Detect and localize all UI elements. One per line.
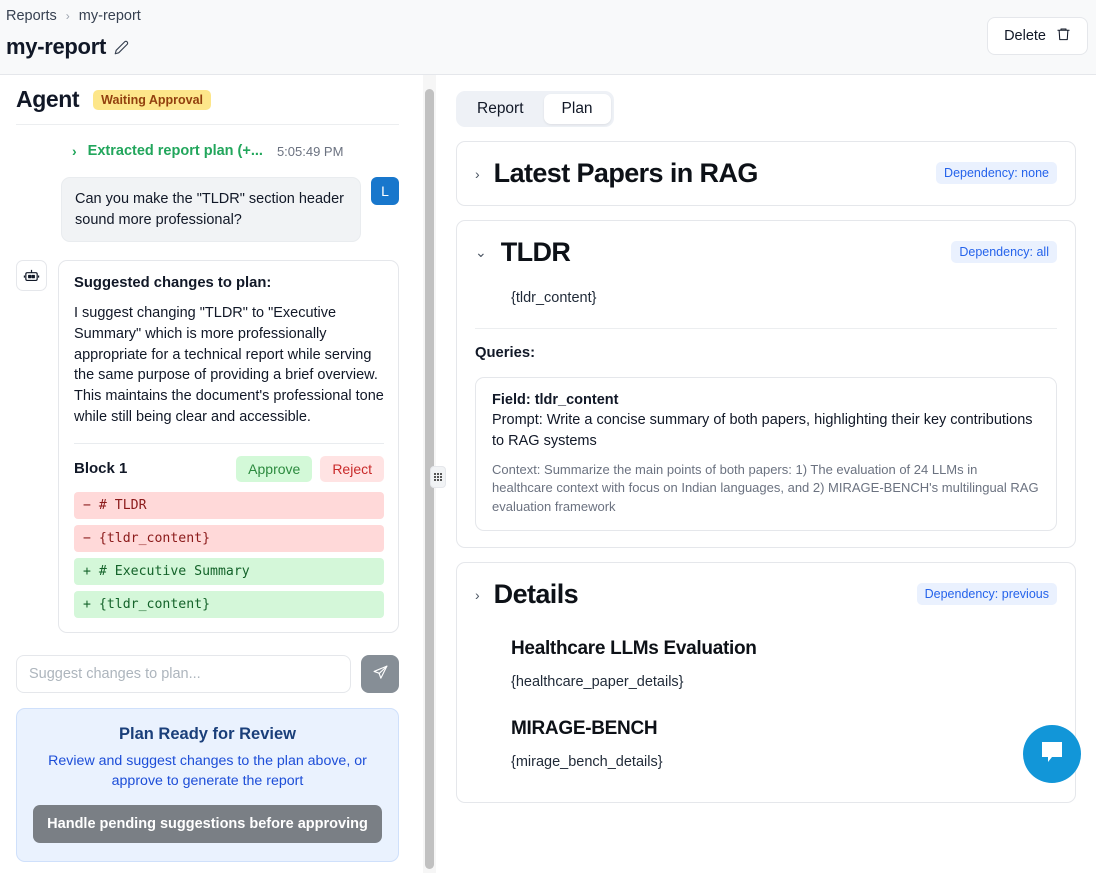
plan-section-tldr: ⌄ TLDR Dependency: all {tldr_content} Qu…	[456, 220, 1076, 549]
detail-value: {healthcare_paper_details}	[511, 674, 684, 691]
queries-label: Queries:	[475, 345, 536, 361]
send-button[interactable]	[361, 654, 399, 693]
diff-line-added: + {tldr_content}	[74, 590, 384, 618]
extracted-plan-timestamp: 5:05:49 PM	[276, 143, 344, 159]
tab-report[interactable]: Report	[459, 94, 542, 124]
section-title: Latest Papers in RAG	[493, 158, 759, 188]
suggestion-card: Suggested changes to plan: I suggest cha…	[58, 260, 399, 633]
suggest-changes-input[interactable]	[16, 654, 351, 693]
breadcrumb-current: my-report	[78, 8, 141, 24]
query-box: Field: tldr_content Prompt: Write a conc…	[475, 377, 1057, 532]
dependency-badge: Dependency: all	[951, 241, 1057, 263]
approval-subtitle: Review and suggest changes to the plan a…	[48, 752, 367, 789]
chat-bubble-icon	[1039, 740, 1065, 769]
breadcrumb: Reports › my-report	[6, 8, 141, 24]
card-divider	[74, 442, 384, 444]
chevron-right-icon[interactable]: ›	[72, 143, 77, 159]
send-icon	[372, 664, 389, 684]
chevron-right-icon[interactable]: ›	[475, 587, 480, 603]
delete-button[interactable]: Delete	[987, 17, 1088, 55]
trash-icon	[1056, 26, 1071, 46]
plan-section-details: › Details Dependency: previous Healthcar…	[456, 562, 1076, 804]
agent-chat-area: › Extracted report plan (+... 5:05:49 PM…	[0, 124, 415, 873]
query-context: Context: Summarize the main points of bo…	[492, 462, 1039, 514]
block-row: Block 1 Approve Reject	[74, 455, 384, 482]
agent-title: Agent	[16, 86, 80, 112]
diff-line-removed: − # TLDR	[74, 491, 384, 519]
section-content-placeholder: {tldr_content}	[511, 290, 597, 306]
tab-plan[interactable]: Plan	[543, 94, 611, 124]
composer	[16, 654, 399, 693]
section-title: TLDR	[500, 237, 571, 267]
chat-fab-button[interactable]	[1023, 725, 1081, 783]
section-header-left: ⌄ TLDR	[475, 237, 571, 268]
top-bar: Reports › my-report my-report Delete	[0, 0, 1096, 75]
diff-line-added: + # Executive Summary	[74, 557, 384, 585]
detail-heading: MIRAGE-BENCH	[511, 718, 658, 740]
suggestion-body: I suggest changing "TLDR" to "Executive …	[74, 305, 384, 425]
plan-section-latest-papers: › Latest Papers in RAG Dependency: none	[456, 141, 1076, 206]
detail-value: {mirage_bench_details}	[511, 754, 663, 771]
agent-panel: Agent Waiting Approval › Extracted repor…	[0, 75, 415, 873]
panel-resize-handle[interactable]	[430, 466, 446, 488]
diff-line-removed: − {tldr_content}	[74, 524, 384, 552]
status-badge: Waiting Approval	[93, 89, 212, 110]
robot-icon	[16, 260, 47, 292]
section-header[interactable]: ⌄ TLDR Dependency: all	[475, 237, 1057, 268]
view-tabs: Report Plan	[456, 91, 614, 127]
query-field: Field: tldr_content	[492, 392, 619, 408]
plan-panel: Report Plan › Latest Papers in RAG Depen…	[442, 75, 1096, 873]
approval-title: Plan Ready for Review	[119, 724, 296, 743]
extracted-plan-label: Extracted report plan (+...	[87, 143, 263, 159]
chevron-down-icon[interactable]: ⌄	[475, 244, 487, 261]
breadcrumb-parent-link[interactable]: Reports	[6, 8, 57, 24]
chevron-right-icon: ›	[65, 9, 70, 23]
section-header[interactable]: › Details Dependency: previous	[475, 579, 1057, 610]
avatar: L	[371, 177, 399, 205]
dependency-badge: Dependency: none	[936, 162, 1057, 184]
grip-dots-icon	[434, 473, 442, 481]
extracted-plan-entry[interactable]: › Extracted report plan (+... 5:05:49 PM	[72, 143, 399, 159]
block-label: Block 1	[74, 460, 128, 478]
block-actions: Approve Reject	[236, 455, 384, 482]
section-header-left: › Details	[475, 579, 579, 610]
section-title: Details	[493, 579, 579, 610]
approve-button[interactable]: Approve	[236, 455, 313, 482]
approval-panel: Plan Ready for Review Review and suggest…	[16, 707, 399, 863]
section-header-left: › Latest Papers in RAG	[475, 158, 758, 189]
query-prompt: Prompt: Write a concise summary of both …	[492, 412, 1033, 450]
chevron-right-icon[interactable]: ›	[475, 166, 480, 182]
suggestion-heading: Suggested changes to plan:	[74, 275, 272, 292]
section-header[interactable]: › Latest Papers in RAG Dependency: none	[475, 158, 1057, 189]
section-divider	[475, 328, 1057, 329]
delete-button-label: Delete	[1004, 28, 1046, 44]
detail-heading: Healthcare LLMs Evaluation	[511, 638, 757, 660]
page-title-row: my-report	[6, 34, 129, 60]
pencil-icon[interactable]	[114, 40, 129, 55]
user-message-bubble: Can you make the "TLDR" section header s…	[61, 177, 361, 243]
agent-header: Agent Waiting Approval	[0, 75, 415, 124]
approve-plan-button[interactable]: Handle pending suggestions before approv…	[33, 805, 382, 844]
reject-button[interactable]: Reject	[320, 455, 384, 482]
header-divider	[16, 124, 399, 125]
user-message-row: Can you make the "TLDR" section header s…	[16, 177, 399, 243]
page-title: my-report	[6, 34, 106, 59]
dependency-badge: Dependency: previous	[916, 583, 1057, 606]
agent-message-row: Suggested changes to plan: I suggest cha…	[16, 260, 399, 633]
